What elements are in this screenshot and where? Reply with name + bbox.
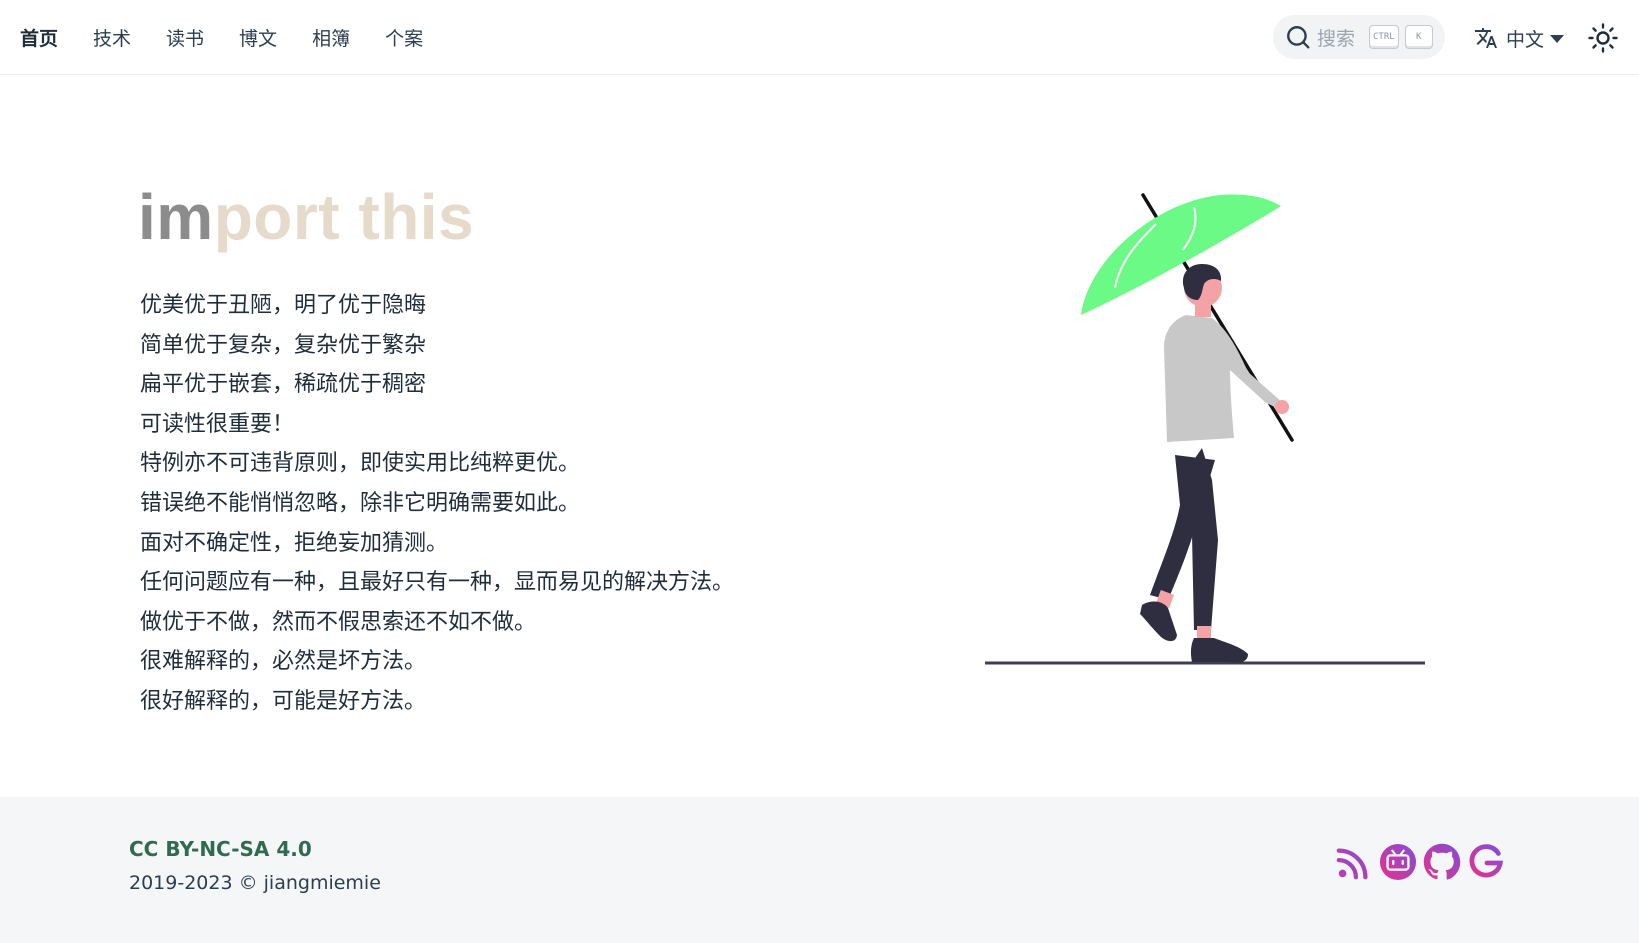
nav-item-home[interactable]: 首页: [20, 24, 58, 51]
zen-line: 可读性很重要！: [140, 411, 295, 437]
kbd-k: K: [1404, 25, 1433, 49]
search-placeholder: 搜索: [1317, 27, 1356, 50]
sun-icon[interactable]: [1587, 22, 1619, 54]
zen-of-python-list: 优美优于丑陋，明了优于隐晦 简单优于复杂，复杂优于繁杂 扁平优于嵌套，稀疏优于稠…: [140, 286, 734, 722]
language-dropdown[interactable]: 中文: [1474, 18, 1565, 58]
hero-title: import this: [138, 185, 474, 249]
zen-line: 简单优于复杂，复杂优于繁杂: [140, 332, 427, 358]
social-links: [1335, 843, 1505, 881]
zen-line: 面对不确定性，拒绝妄加猜测。: [140, 530, 449, 556]
nav-item-album[interactable]: 相簿: [312, 24, 350, 51]
hero-title-typed: im: [138, 181, 214, 253]
kbd-ctrl: CTRL: [1369, 25, 1399, 49]
search-button[interactable]: 搜索 CTRL K: [1273, 15, 1445, 59]
google-icon[interactable]: [1467, 843, 1505, 881]
nav-links: 首页 技术 读书 博文 相簿 个案: [20, 0, 458, 75]
chevron-down-icon: [1550, 35, 1565, 43]
zen-line: 任何问题应有一种，且最好只有一种，显而易见的解决方法。: [140, 570, 735, 596]
zen-line: 错误绝不能悄悄忽略，除非它明确需要如此。: [140, 490, 581, 516]
zen-line: 做优于不做，然而不假思索还不如不做。: [140, 609, 537, 635]
zen-line: 很难解释的，必然是坏方法。: [140, 649, 427, 675]
license-link[interactable]: CC BY-NC-SA 4.0: [129, 837, 312, 861]
copyright-text: 2019-2023 © jiangmiemie: [129, 872, 381, 894]
zen-line: 很好解释的，可能是好方法。: [140, 688, 427, 714]
github-icon[interactable]: [1423, 843, 1461, 881]
translate-icon: [1475, 28, 1497, 48]
nav-item-tech[interactable]: 技术: [93, 24, 131, 51]
person-with-umbrella-illustration: [985, 193, 1425, 665]
bilibili-icon[interactable]: [1379, 843, 1417, 881]
rss-icon[interactable]: [1335, 843, 1373, 881]
zen-line: 特例亦不可违背原则，即使实用比纯粹更优。: [140, 451, 581, 477]
language-label: 中文: [1506, 28, 1545, 51]
footer: CC BY-NC-SA 4.0 2019-2023 © jiangmiemie: [0, 797, 1639, 943]
zen-line: 扁平优于嵌套，稀疏优于稠密: [140, 372, 427, 398]
nav-item-reading[interactable]: 读书: [166, 24, 204, 51]
nav-item-blog[interactable]: 博文: [239, 24, 277, 51]
hero-title-rest: port this: [213, 181, 475, 253]
search-icon: [1287, 26, 1310, 49]
umbrella-canopy: [1081, 194, 1281, 315]
zen-line: 优美优于丑陋，明了优于隐晦: [140, 293, 427, 318]
navbar: 首页 技术 读书 博文 相簿 个案 搜索 CTRL K 中文: [0, 0, 1639, 75]
nav-item-cases[interactable]: 个案: [385, 24, 423, 51]
